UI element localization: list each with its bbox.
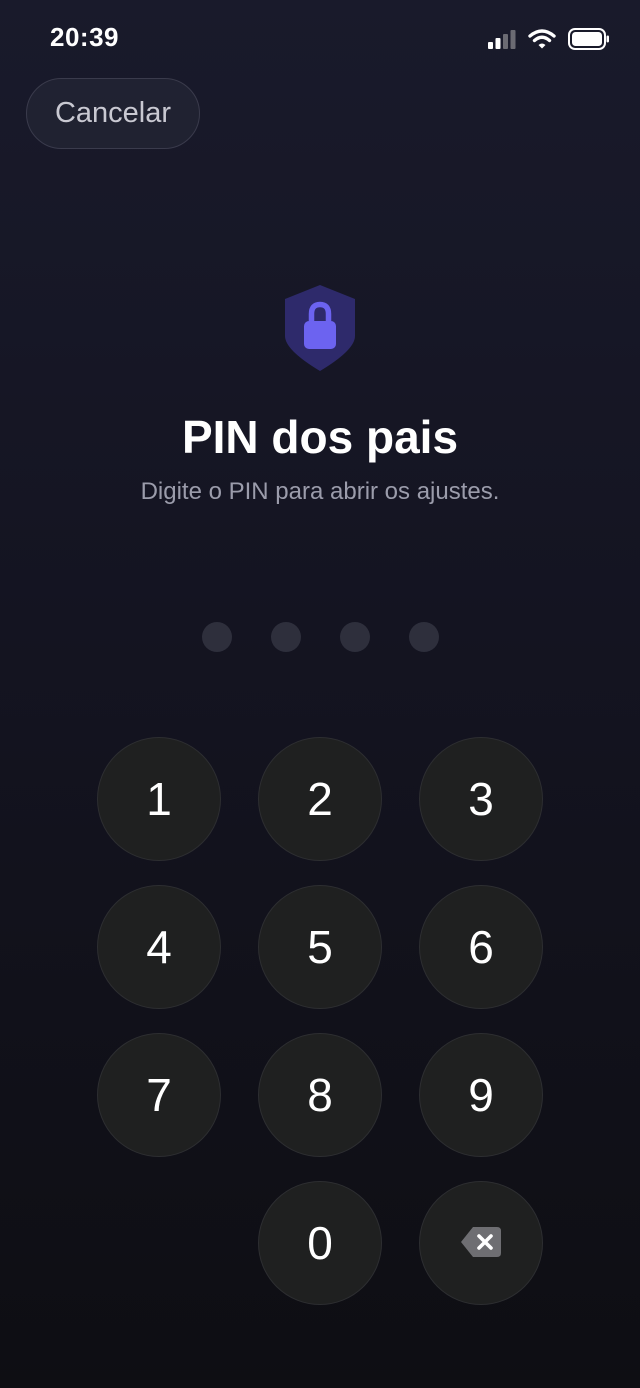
key-5[interactable]: 5 [258, 885, 382, 1009]
key-3[interactable]: 3 [419, 737, 543, 861]
key-9[interactable]: 9 [419, 1033, 543, 1157]
key-4[interactable]: 4 [97, 885, 221, 1009]
wifi-icon [528, 28, 556, 55]
key-8[interactable]: 8 [258, 1033, 382, 1157]
pin-dot [271, 622, 301, 652]
pin-keypad: 1 2 3 4 5 6 7 8 9 0 [97, 737, 544, 1305]
pin-dot [202, 622, 232, 652]
backspace-icon [459, 1216, 503, 1270]
pin-indicator [202, 622, 439, 652]
key-1[interactable]: 1 [97, 737, 221, 861]
status-time: 20:39 [50, 22, 119, 52]
shield-lock-icon [283, 284, 357, 372]
status-bar: 20:39 [0, 0, 640, 80]
pin-dot [340, 622, 370, 652]
key-0[interactable]: 0 [258, 1181, 382, 1305]
cellular-signal-icon [488, 29, 516, 54]
key-7[interactable]: 7 [97, 1033, 221, 1157]
key-2[interactable]: 2 [258, 737, 382, 861]
backspace-button[interactable] [419, 1181, 543, 1305]
page-subtitle: Digite o PIN para abrir os ajustes. [140, 478, 500, 505]
battery-icon [568, 28, 610, 55]
status-icons [488, 28, 610, 55]
page-title: PIN dos pais [181, 411, 459, 463]
pin-dot [409, 622, 439, 652]
key-6[interactable]: 6 [419, 885, 543, 1009]
cancel-button[interactable]: Cancelar [26, 78, 200, 149]
